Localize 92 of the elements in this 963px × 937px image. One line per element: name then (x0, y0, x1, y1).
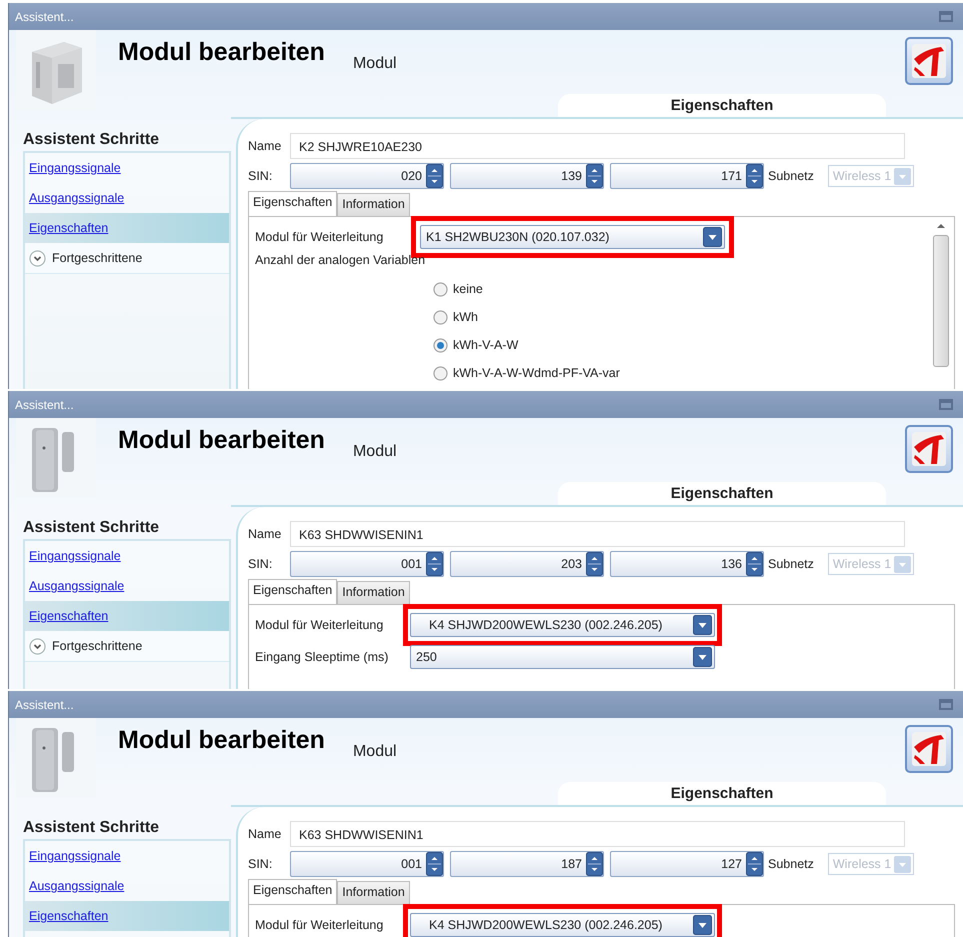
step-item[interactable]: Eingangssignale (25, 153, 229, 183)
field-label: Eingang Sleeptime (ms) (255, 650, 390, 664)
step-item[interactable]: Eigenschaften (25, 601, 229, 631)
caret-icon (894, 856, 911, 872)
subnet-label: Subnetz (768, 169, 814, 183)
step-item[interactable]: Eingangssignale (25, 841, 229, 871)
radio-button[interactable] (433, 282, 448, 296)
radio-label: kWh-V-A-W-Wdmd-PF-VA-var (453, 366, 620, 380)
logo-button[interactable] (905, 37, 953, 85)
spin-button[interactable] (586, 552, 603, 576)
radio-label: kWh (453, 310, 478, 324)
tab[interactable]: Eigenschaften (248, 579, 338, 604)
step-link[interactable]: Ausgangssignale (29, 579, 124, 593)
page-subtitle: Modul (352, 443, 398, 461)
step-link[interactable]: Eingangssignale (29, 161, 121, 175)
step-item[interactable]: Ausgangssignale (25, 871, 229, 901)
subnet-label: Subnetz (768, 557, 814, 571)
spin-button[interactable] (426, 852, 443, 876)
sin-label: SIN: (248, 857, 274, 871)
field-label: Modul für Weiterleitung (255, 230, 384, 244)
name-label: Name (248, 827, 282, 841)
name-field[interactable]: K2 SHJWRE10AE230 (290, 133, 905, 159)
step-item[interactable]: Ausgangssignale (25, 183, 229, 213)
sin-label: SIN: (248, 169, 274, 183)
step-label: Fortgeschrittene (52, 639, 142, 653)
name-label: Name (248, 527, 282, 541)
swoosh-icon (911, 731, 947, 767)
step-link[interactable]: Eingangssignale (29, 849, 121, 863)
step-link[interactable]: Eingangssignale (29, 549, 121, 563)
window-title: Assistent... (15, 398, 74, 412)
spin-button[interactable] (586, 852, 603, 876)
radio-label: kWh-V-A-W (453, 338, 518, 352)
chevron-down-icon (29, 250, 46, 266)
window-title: Assistent... (15, 10, 74, 24)
step-label: Fortgeschrittene (52, 251, 142, 265)
sin-label: SIN: (248, 557, 274, 571)
swoosh-icon (911, 431, 947, 467)
dropdown[interactable]: K4 SHJWD200WEWLS230 (002.246.205) (410, 613, 715, 637)
logo-button[interactable] (905, 725, 953, 773)
step-link[interactable]: Ausgangssignale (29, 191, 124, 205)
name-label: Name (248, 139, 282, 153)
dropdown[interactable]: K4 SHJWD200WEWLS230 (002.246.205) (410, 913, 715, 937)
swoosh-icon (911, 43, 947, 79)
page-heading: Modul bearbeiten (118, 726, 325, 755)
scroll-thumb[interactable] (933, 235, 949, 367)
chevron-down-icon (29, 638, 46, 654)
radio-button[interactable] (433, 366, 448, 380)
step-link[interactable]: Eigenschaften (29, 221, 108, 235)
spin-button[interactable] (426, 552, 443, 576)
tab[interactable]: Information (337, 193, 410, 216)
tab[interactable]: Information (337, 881, 410, 904)
dropdown[interactable]: K1 SH2WBU230N (020.107.032) (420, 225, 725, 249)
window-title: Assistent... (15, 698, 74, 712)
steps-title: Assistent Schritte (22, 519, 160, 538)
caret-icon (693, 915, 712, 935)
spin-button[interactable] (586, 164, 603, 188)
field-label: Modul für Weiterleitung (255, 618, 384, 632)
caret-icon (703, 227, 722, 247)
steps-title: Assistent Schritte (22, 819, 160, 838)
page-subtitle: Modul (352, 55, 398, 73)
spin-button[interactable] (746, 552, 763, 576)
name-field[interactable]: K63 SHDWWISENIN1 (290, 821, 905, 847)
page-subtitle: Modul (352, 743, 398, 761)
step-item[interactable]: Eigenschaften (25, 901, 229, 931)
step-link[interactable]: Eigenschaften (29, 609, 108, 623)
caret-icon (693, 647, 712, 667)
caret-icon (693, 615, 712, 635)
radio-button[interactable] (433, 338, 448, 352)
radio-button[interactable] (433, 310, 448, 324)
tab[interactable]: Eigenschaften (248, 879, 338, 904)
step-item[interactable]: Eigenschaften (25, 213, 229, 243)
caret-icon (894, 556, 911, 572)
field-label: Anzahl der analogen Variablen (255, 253, 426, 267)
field-label: Modul für Weiterleitung (255, 918, 384, 932)
steps-title: Assistent Schritte (22, 131, 160, 150)
logo-button[interactable] (905, 425, 953, 473)
step-item[interactable]: Eingangssignale (25, 541, 229, 571)
caret-icon (894, 168, 911, 184)
page-heading: Modul bearbeiten (118, 38, 325, 67)
step-item[interactable]: Ausgangssignale (25, 571, 229, 601)
tab[interactable]: Eigenschaften (248, 191, 338, 216)
subnet-label: Subnetz (768, 857, 814, 871)
step-link[interactable]: Eigenschaften (29, 909, 108, 923)
step-link[interactable]: Ausgangssignale (29, 879, 124, 893)
spin-button[interactable] (746, 164, 763, 188)
page-heading: Modul bearbeiten (118, 426, 325, 455)
dropdown[interactable]: 250 (410, 645, 715, 669)
spin-button[interactable] (426, 164, 443, 188)
name-field[interactable]: K63 SHDWWISENIN1 (290, 521, 905, 547)
spin-button[interactable] (746, 852, 763, 876)
radio-label: keine (453, 282, 483, 296)
tab[interactable]: Information (337, 581, 410, 604)
